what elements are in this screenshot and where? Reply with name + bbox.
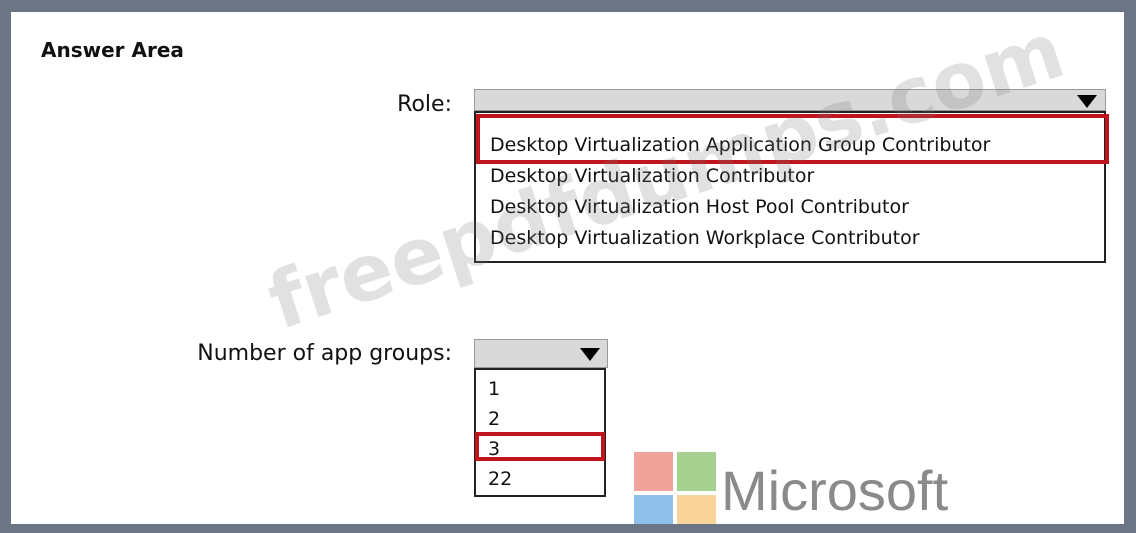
page-title: Answer Area <box>41 38 184 62</box>
microsoft-logo-red-square <box>634 452 673 491</box>
chevron-down-icon <box>580 348 600 361</box>
role-option-contributor[interactable]: Desktop Virtualization Contributor <box>490 165 814 187</box>
role-dropdown[interactable] <box>474 89 1106 111</box>
microsoft-logo-blue-square <box>634 495 673 524</box>
app-groups-option-2[interactable]: 2 <box>488 408 500 430</box>
microsoft-logo-text: Microsoft <box>721 459 949 522</box>
role-label: Role: <box>397 92 452 117</box>
app-groups-option-1[interactable]: 1 <box>488 378 500 400</box>
role-option-host-pool-contributor[interactable]: Desktop Virtualization Host Pool Contrib… <box>490 196 909 218</box>
microsoft-logo-green-square <box>677 452 716 491</box>
app-groups-label: Number of app groups: <box>197 341 452 366</box>
app-groups-dropdown[interactable] <box>474 339 608 368</box>
role-option-workplace-contributor[interactable]: Desktop Virtualization Workplace Contrib… <box>490 227 920 249</box>
role-selection-highlight <box>476 114 1109 164</box>
microsoft-logo-yellow-square <box>677 495 716 524</box>
chevron-down-icon <box>1077 95 1097 108</box>
app-groups-option-22[interactable]: 22 <box>488 468 512 490</box>
app-groups-selection-highlight <box>475 432 605 461</box>
